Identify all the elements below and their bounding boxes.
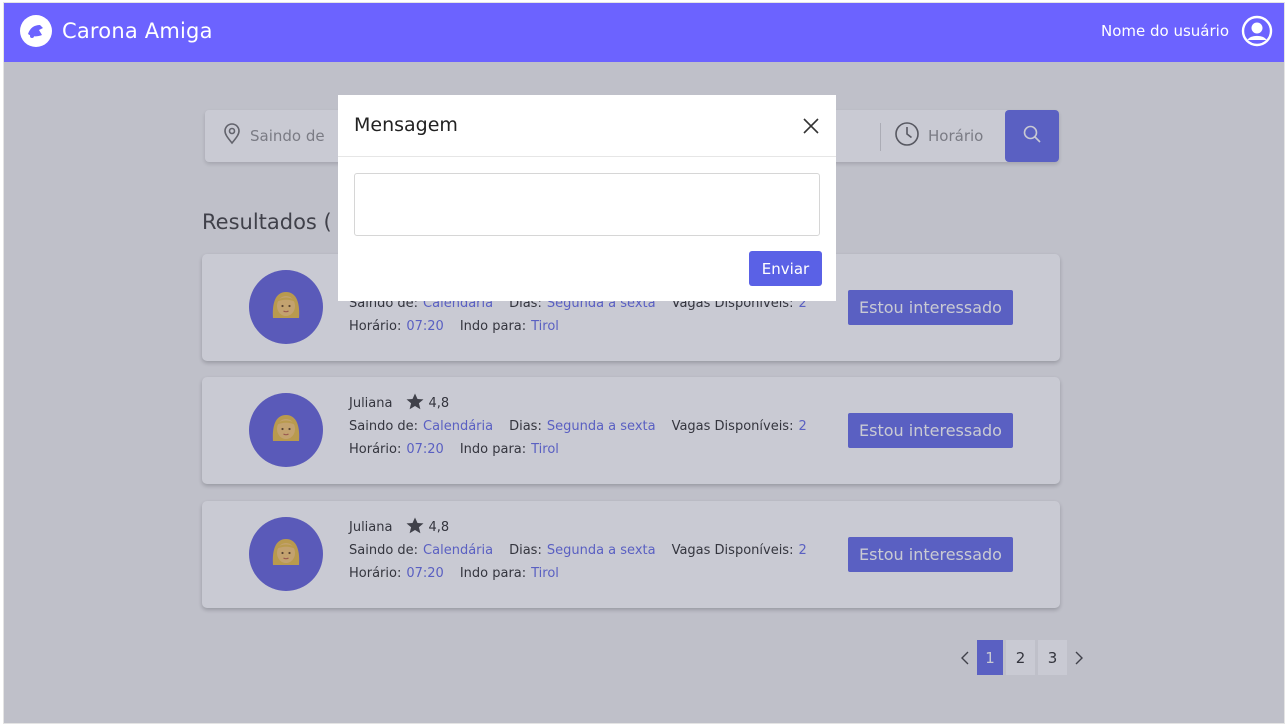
app-window: Carona Amiga Nome do usuário Saindo de H… (3, 2, 1285, 724)
user-menu[interactable]: Nome do usuário (1101, 15, 1273, 47)
user-name: Nome do usuário (1100, 22, 1229, 40)
message-textarea[interactable] (354, 173, 820, 236)
send-button[interactable]: Enviar (749, 251, 822, 286)
close-icon[interactable] (800, 115, 822, 137)
message-modal: Mensagem Enviar (338, 95, 836, 301)
modal-title: Mensagem (354, 114, 458, 136)
brand-name: Carona Amiga (62, 19, 213, 43)
brand[interactable]: Carona Amiga (20, 15, 213, 47)
car-logo-icon (20, 15, 52, 47)
top-navbar: Carona Amiga Nome do usuário (4, 3, 1284, 62)
modal-header: Mensagem (338, 95, 836, 157)
user-circle-icon (1241, 15, 1273, 47)
